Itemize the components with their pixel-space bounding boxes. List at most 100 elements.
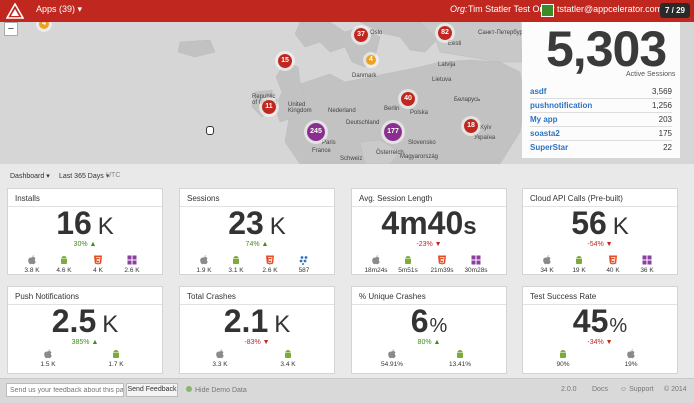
map-label: Eesti	[448, 41, 462, 47]
metric-card[interactable]: Installs 16 K 30% ▲ 3.8 K 4.6 K4 K 2.6 K	[7, 188, 163, 275]
feedback-input[interactable]	[6, 383, 124, 397]
platform-value: 3.3 K	[212, 361, 228, 368]
session-app-name[interactable]: My app	[530, 115, 558, 124]
windows-icon	[127, 255, 137, 265]
card-value-number: 45	[572, 303, 609, 339]
map-label: Polska	[410, 110, 429, 116]
card-title: Cloud API Calls (Pre-built)	[530, 194, 623, 203]
user-menu[interactable]: tstatler@appcelerator.com ▾	[557, 4, 669, 15]
session-app-value: 203	[658, 115, 672, 124]
map-marker[interactable]: 11	[259, 97, 279, 117]
card-value-number: 6	[410, 303, 429, 339]
card-title: Installs	[15, 194, 40, 203]
html5-icon	[266, 255, 274, 265]
dashboard-dropdown[interactable]: Dashboard ▾	[10, 172, 50, 180]
version-label: 2.0.0	[561, 386, 577, 393]
session-app-row[interactable]: pushnotification 1,256	[530, 99, 672, 113]
card-value-unit: K	[102, 311, 119, 338]
send-feedback-button[interactable]: Send Feedback	[126, 383, 178, 397]
metric-card[interactable]: Test Success Rate 45% -34% ▼ 90% 19%	[522, 286, 678, 374]
platform-stat: 3.4 K	[268, 349, 308, 368]
card-value-number: 4m40	[381, 205, 464, 241]
html5-icon	[94, 255, 102, 265]
card-value: 56 K	[523, 205, 677, 242]
map-label: Slovensko	[408, 140, 436, 146]
apple-icon	[388, 349, 396, 359]
android-icon	[285, 350, 291, 358]
page-counter[interactable]: 7 / 29	[660, 3, 690, 18]
android-icon	[576, 256, 582, 264]
card-title: Sessions	[187, 194, 220, 203]
mouse-cursor	[206, 126, 214, 135]
trend-indicator: 30% ▲	[73, 241, 97, 248]
card-value: 45%	[523, 303, 677, 340]
timezone-label: UTC	[106, 172, 121, 179]
metric-card[interactable]: Total Crashes 2.1 K -83% ▼ 3.3 K 3.4 K	[179, 286, 335, 374]
map-label: Danmark	[352, 73, 377, 79]
active-sessions-count: 5,303	[546, 21, 667, 77]
metric-card[interactable]: Cloud API Calls (Pre-built) 56 K -54% ▼ 34 K…	[522, 188, 678, 275]
zoom-out-button[interactable]: −	[4, 22, 18, 36]
apple-icon	[216, 349, 224, 359]
session-app-name[interactable]: asdf	[530, 87, 546, 96]
trend-indicator: -23% ▼	[416, 241, 442, 248]
metric-card[interactable]: Push Notifications 2.5 K 385% ▲ 1.5 K 1.7 K	[7, 286, 163, 374]
map-label: Deutschland	[346, 120, 380, 126]
session-app-row[interactable]: My app 203	[530, 113, 672, 127]
android-icon	[61, 256, 67, 264]
platform-value: 1.5 K	[40, 361, 56, 368]
metric-card[interactable]: % Unique Crashes 6% 80% ▲ 54.91% 13.41%	[351, 286, 507, 374]
metric-card[interactable]: Avg. Session Length 4m40s -23% ▼ 18m24s 5m51…	[351, 188, 507, 275]
map-marker[interactable]: 15	[275, 51, 295, 71]
platform-value: 90%	[556, 361, 570, 368]
platform-value: 36 K	[640, 267, 654, 274]
card-value-number: 16	[56, 205, 92, 241]
session-app-row[interactable]: SuperStar 22	[530, 141, 672, 155]
card-value-number: 56	[571, 205, 607, 241]
session-app-row[interactable]: asdf 3,569	[530, 85, 672, 99]
platform-value: 30m28s	[464, 267, 488, 274]
map-label: Nederland	[328, 108, 356, 114]
session-app-value: 175	[658, 129, 672, 138]
session-app-name[interactable]: pushnotification	[530, 101, 592, 110]
map-marker[interactable]: 82	[435, 23, 455, 43]
platform-stat: 3.3 K	[200, 349, 240, 368]
docs-link[interactable]: Docs	[592, 386, 608, 393]
map-marker[interactable]: 4	[363, 52, 379, 68]
card-title: Push Notifications	[15, 292, 80, 301]
html5-icon	[609, 255, 617, 265]
session-app-name[interactable]: soasta2	[530, 129, 560, 138]
avatar[interactable]	[541, 4, 554, 17]
platform-stat: 19%	[611, 349, 651, 368]
session-app-row[interactable]: soasta2 175	[530, 127, 672, 141]
platform-stat: 2.6 K	[112, 255, 152, 274]
apps-dropdown[interactable]: Apps (39) ▾	[36, 4, 82, 15]
appcelerator-logo-icon[interactable]	[6, 3, 24, 19]
apple-icon	[372, 255, 380, 265]
apple-icon	[627, 349, 635, 359]
android-icon	[560, 350, 566, 358]
map-marker[interactable]: 177	[381, 120, 405, 144]
card-value: 6%	[352, 303, 506, 340]
session-app-name[interactable]: SuperStar	[530, 143, 568, 152]
platform-value: 13.41%	[448, 361, 472, 368]
trend-indicator: 385% ▲	[71, 339, 99, 346]
map-label: Latvija	[438, 62, 456, 68]
card-value-unit: K	[97, 213, 114, 240]
trend-indicator: 80% ▲	[417, 339, 441, 346]
hide-demo-toggle[interactable]: Hide Demo Data	[186, 386, 247, 394]
card-value-unit: %	[429, 315, 448, 337]
metric-card[interactable]: Sessions 23 K 74% ▲ 1.9 K 3.1 K 2.6 K 587	[179, 188, 335, 275]
platform-value: 2.6 K	[124, 267, 140, 274]
map-marker[interactable]: 245	[304, 120, 328, 144]
session-app-value: 1,256	[651, 101, 672, 110]
support-label: Support	[629, 386, 654, 393]
card-title: Avg. Session Length	[359, 194, 433, 203]
date-range-dropdown[interactable]: Last 365 Days ▾	[59, 172, 109, 180]
android-icon	[405, 256, 411, 264]
map-marker[interactable]: 37	[351, 25, 371, 45]
map-marker[interactable]: 18	[461, 116, 481, 136]
support-link[interactable]: ☺ Support	[620, 386, 654, 393]
platform-value: 1.7 K	[108, 361, 124, 368]
map-marker[interactable]: 40	[398, 89, 418, 109]
